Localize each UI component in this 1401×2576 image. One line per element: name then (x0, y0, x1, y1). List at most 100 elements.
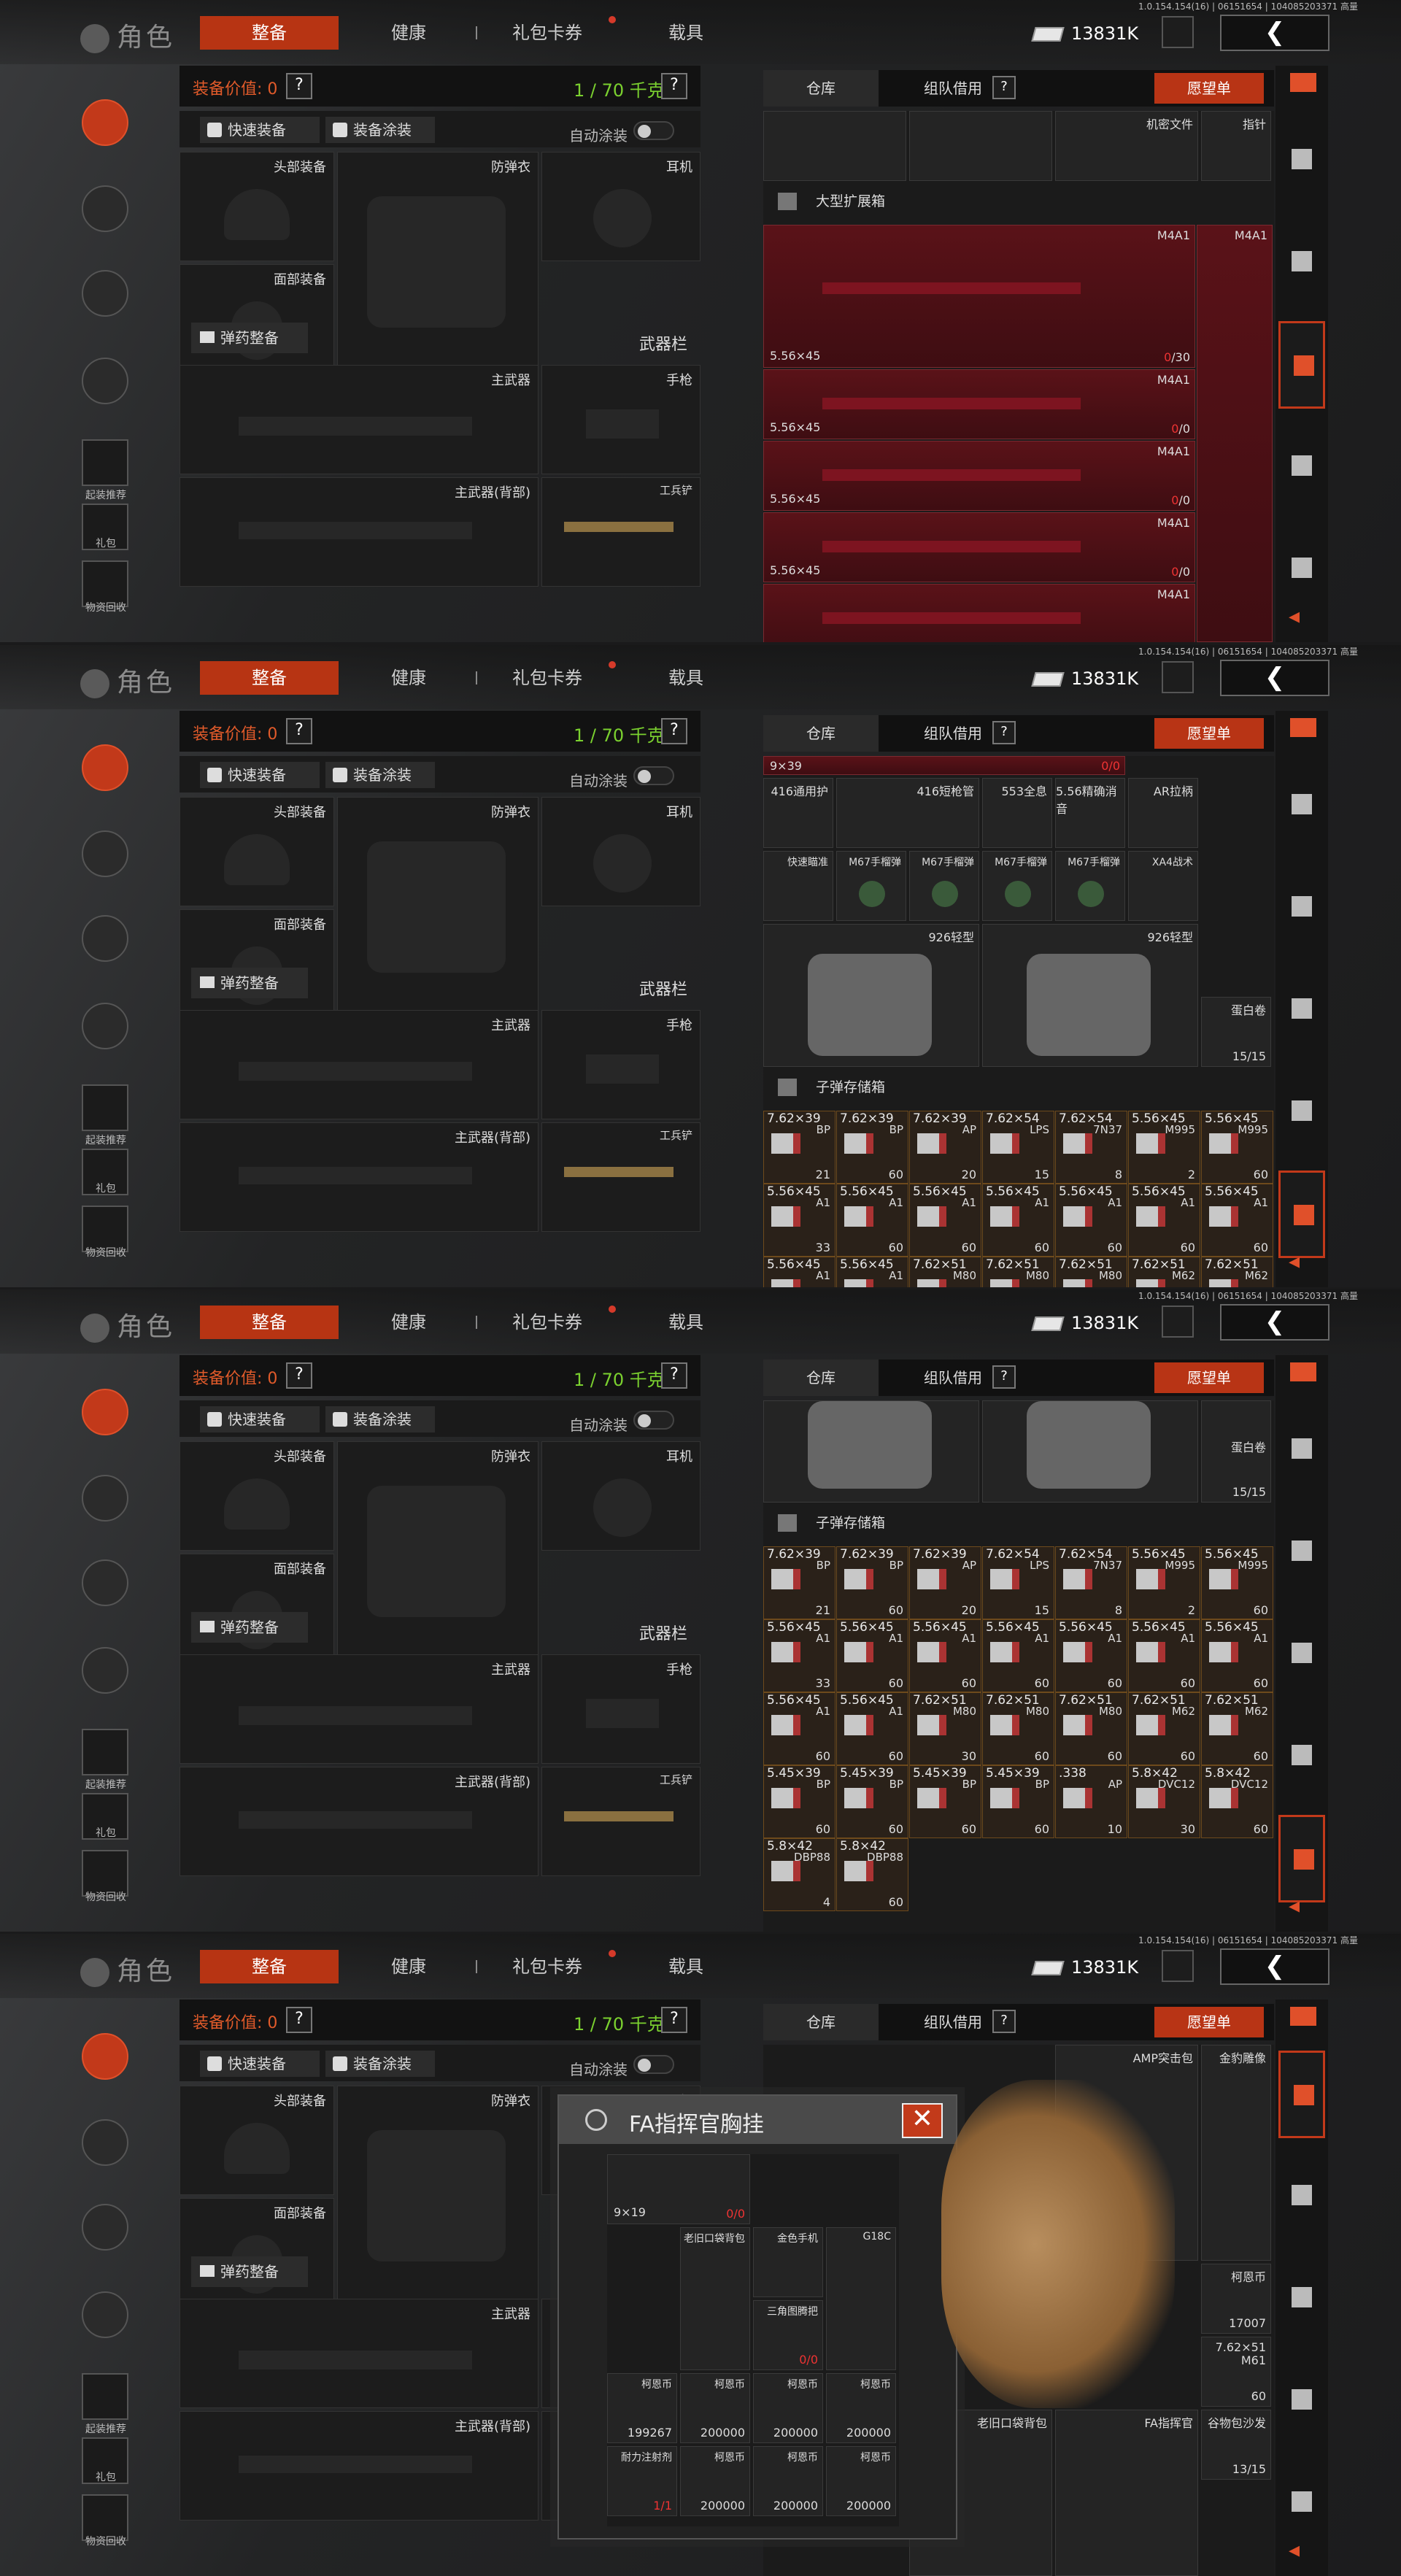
value-help-button[interactable]: ? (286, 2007, 312, 2033)
armor-slot[interactable]: 防弹衣 (337, 797, 539, 1025)
popup-item[interactable]: 耐力注射剂 1/1 (607, 2446, 677, 2516)
collapse-arrow-icon[interactable]: ◂ (1289, 2540, 1311, 2561)
face-slot[interactable]: 面部装备 (180, 909, 334, 1025)
ammo-item[interactable]: 5.56×45 M995 60 (1201, 1546, 1273, 1619)
popup-item[interactable]: 老旧口袋背包 (680, 2227, 750, 2370)
avatar-button[interactable] (1162, 16, 1194, 48)
rnav-card[interactable] (1278, 1713, 1325, 1800)
ammo-item[interactable]: 7.62×54 LPS 15 (982, 1546, 1054, 1619)
grid-menu-icon[interactable] (1290, 2007, 1316, 2026)
ammo-prepare-button[interactable]: 弹药整备 (191, 2256, 308, 2287)
rnav-rifle[interactable] (1278, 762, 1325, 849)
loadout-recommend-button[interactable] (82, 439, 128, 486)
wishlist-button[interactable]: 愿望单 (1154, 1362, 1264, 1393)
ammo-item[interactable]: 5.56×45 M995 2 (1128, 1111, 1200, 1184)
ammo-item[interactable]: 7.62×39 BP 21 (763, 1546, 835, 1619)
ammo-item[interactable]: 5.8×42 DVC12 60 (1201, 1765, 1273, 1838)
face-slot[interactable]: 面部装备 (180, 1554, 334, 1669)
rnav-ammo-box[interactable] (1278, 1815, 1325, 1902)
rnav-storage[interactable] (1278, 2255, 1325, 2342)
value-help-button[interactable]: ? (286, 718, 312, 744)
popup-item[interactable]: 柯恩币 200000 (753, 2446, 823, 2516)
ammo-item[interactable]: 7.62×51M6260 (1201, 1257, 1273, 1287)
weight-help-button[interactable]: ? (661, 2007, 687, 2033)
popup-item[interactable]: G18C (826, 2227, 896, 2370)
equip-paint-button[interactable]: 装备涂装 (325, 117, 435, 143)
rnav-medkit[interactable] (1278, 864, 1325, 952)
rnav-medkit[interactable] (1278, 2459, 1325, 2547)
ammo-item[interactable]: 5.56×45A160 (1201, 1184, 1273, 1257)
ammo-item[interactable]: 5.56×45A160 (1055, 1184, 1127, 1257)
tab-health[interactable]: 健康 (379, 661, 438, 695)
popup-item[interactable]: 柯恩币 200000 (826, 2373, 896, 2443)
attachment-item[interactable]: 416通用护 (763, 778, 833, 848)
ammo-item[interactable]: 7.62×39 BP 60 (836, 1546, 908, 1619)
ammo-item[interactable]: 5.56×45A160 (909, 1619, 981, 1692)
nav-status-icon[interactable] (82, 270, 128, 317)
ammo-item[interactable]: 7.62×51M8060 (1055, 1257, 1127, 1287)
rnav-rifle[interactable] (1278, 423, 1325, 511)
knife-item[interactable]: 蛋白卷 15/15 (1201, 1400, 1271, 1503)
wishlist-button[interactable]: 愿望单 (1154, 718, 1264, 749)
ammo-item[interactable]: 7.62×51M6260 (1128, 1692, 1200, 1765)
tab-prepare[interactable]: 整备 (200, 16, 339, 50)
ammo-item[interactable]: 5.45×39 BP 60 (763, 1765, 835, 1838)
equip-paint-button[interactable]: 装备涂装 (325, 2051, 435, 2077)
ammo-prepare-button[interactable]: 弹药整备 (191, 323, 308, 353)
nav-box-icon[interactable] (82, 358, 128, 404)
weapon-item[interactable]: M4A1 5.56×45 0/30 (763, 225, 1195, 368)
primary-weapon-slot[interactable]: 主武器 (180, 1654, 539, 1764)
auto-paint-toggle[interactable] (633, 766, 674, 785)
ammo-item[interactable]: 7.62×54 7N37 8 (1055, 1111, 1127, 1184)
avatar-button[interactable] (1162, 661, 1194, 693)
ammo-item[interactable]: 5.56×45A160 (982, 1184, 1054, 1257)
wishlist-button[interactable]: 愿望单 (1154, 2007, 1264, 2037)
ammo-item[interactable]: 5.56×45A160 (1201, 1619, 1273, 1692)
rnav-rifle[interactable] (1278, 2357, 1325, 2445)
consumable-item[interactable]: XA4战术 (1128, 851, 1198, 921)
pistol-slot[interactable]: 手枪 (541, 1010, 700, 1119)
tab-gift-cards[interactable]: 礼包卡券 (503, 16, 591, 50)
rnav-home[interactable] (1278, 117, 1325, 204)
knife-item[interactable]: 蛋白卷 15/15 (1201, 997, 1271, 1067)
value-help-button[interactable]: ? (286, 73, 312, 99)
warehouse-item[interactable]: 指针 (1201, 111, 1271, 181)
rnav-storage[interactable] (1278, 321, 1325, 409)
armor-slot[interactable]: 防弹衣 (337, 152, 539, 379)
nav-backpack-icon[interactable] (82, 2119, 128, 2166)
collapse-arrow-icon[interactable]: ◂ (1289, 1251, 1311, 1273)
loadout-recommend-button[interactable] (82, 1729, 128, 1775)
ammo-item[interactable]: 7.62×39 BP 21 (763, 1111, 835, 1184)
tool-slot[interactable]: 工兵铲 (541, 1122, 700, 1232)
back-button[interactable]: ❮ (1220, 15, 1329, 51)
rnav-medkit[interactable] (1278, 1508, 1325, 1596)
pistol-slot[interactable]: 手枪 (541, 365, 700, 474)
attachment-item[interactable]: 416短枪管 (836, 778, 979, 848)
armor-slot[interactable]: 防弹衣 (337, 2086, 539, 2313)
tab-gift-cards[interactable]: 礼包卡券 (503, 661, 591, 695)
tab-prepare[interactable]: 整备 (200, 661, 339, 695)
vest-item[interactable] (982, 1400, 1198, 1503)
primary-back-slot[interactable]: 主武器(背部) (180, 2411, 539, 2521)
face-slot[interactable]: 面部装备 (180, 2198, 334, 2313)
ammo-item[interactable]: 5.56×45A160 (836, 1692, 908, 1765)
ammo-item[interactable]: 7.62×54 7N37 8 (1055, 1546, 1127, 1619)
primary-weapon-slot[interactable]: 主武器 (180, 1010, 539, 1119)
ammo-item[interactable]: 5.8×42 DVC12 30 (1128, 1765, 1200, 1838)
nav-equipment-icon[interactable] (82, 744, 128, 791)
wishlist-button[interactable]: 愿望单 (1154, 73, 1264, 104)
avatar-button[interactable] (1162, 1950, 1194, 1982)
tab-prepare[interactable]: 整备 (200, 1950, 339, 1983)
ammo-item[interactable]: 5.45×39 BP 60 (909, 1765, 981, 1838)
nav-equipment-icon[interactable] (82, 1389, 128, 1435)
ammo-item[interactable]: 5.8×42 DBP88 60 (836, 1838, 908, 1911)
tab-warehouse[interactable]: 仓库 (763, 2004, 879, 2040)
nav-status-icon[interactable] (82, 915, 128, 962)
popup-item[interactable]: 柯恩币 199267 (607, 2373, 677, 2443)
consumable-item[interactable]: M67手榴弹 (909, 851, 979, 921)
ammo-item[interactable]: 7.62×51M8060 (1055, 1692, 1127, 1765)
ammo-prepare-button[interactable]: 弹药整备 (191, 1612, 308, 1643)
tab-prepare[interactable]: 整备 (200, 1306, 339, 1339)
ammo-item[interactable]: 7.62×51M8030 (909, 1692, 981, 1765)
popup-item[interactable]: 柯恩币 200000 (753, 2373, 823, 2443)
